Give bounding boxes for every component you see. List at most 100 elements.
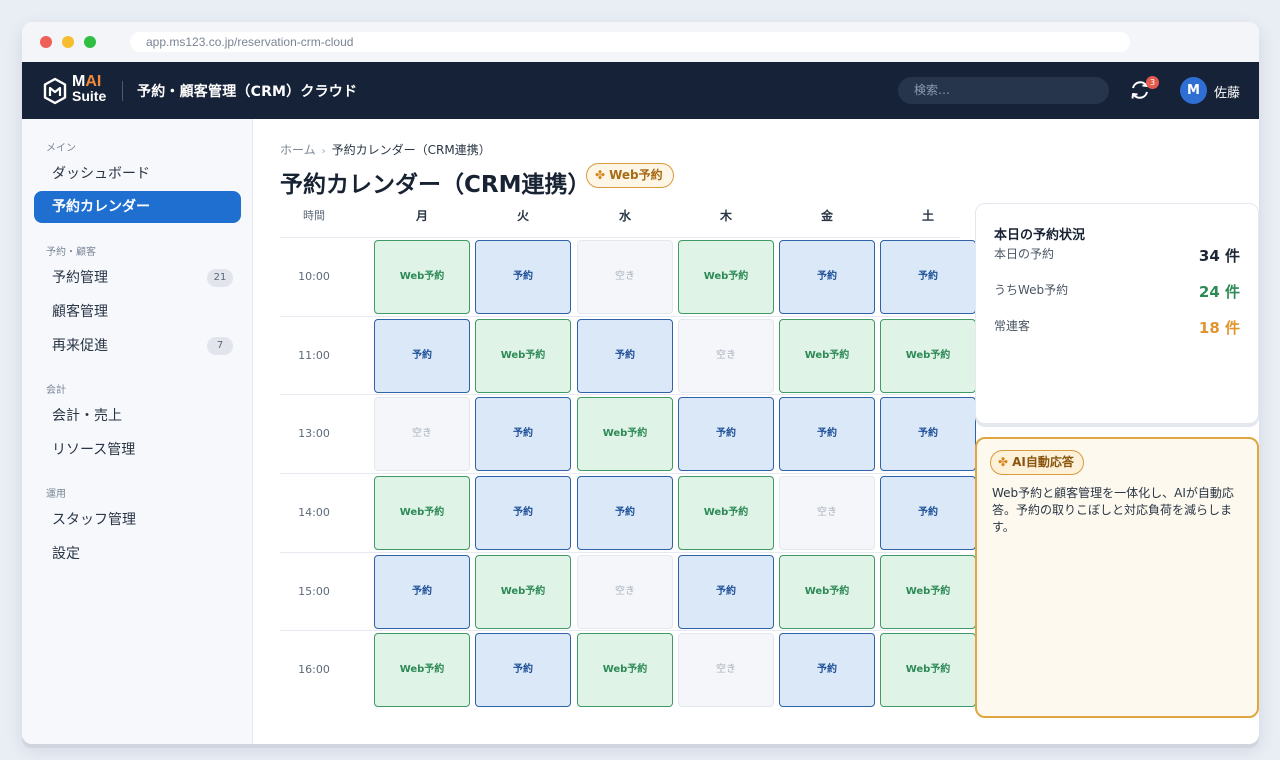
sidebar-item-label: 顧客管理 bbox=[52, 304, 108, 320]
day-header-fri: 金 bbox=[820, 209, 833, 223]
sidebar-item-staff-management[interactable]: スタッフ管理 bbox=[34, 504, 241, 536]
close-window-button[interactable] bbox=[40, 36, 52, 48]
breadcrumb: ホーム › 予約カレンダー（CRM連携） bbox=[280, 141, 491, 158]
today-reservation-status-card: 本日の予約状況 本日の予約 34 件 うちWeb予約 24 件 常連客 18 件 bbox=[975, 203, 1259, 424]
breadcrumb-home-link[interactable]: ホーム bbox=[280, 143, 316, 157]
day-header-thu: 木 bbox=[719, 209, 732, 223]
calendar-slot-wed-0-free[interactable]: 空き bbox=[577, 240, 673, 314]
calendar-slot-tue-1-web[interactable]: Web予約 bbox=[475, 319, 571, 393]
calendar-slot-sat-4-web[interactable]: Web予約 bbox=[880, 555, 976, 629]
calendar-slot-tue-4-web[interactable]: Web予約 bbox=[475, 555, 571, 629]
sidebar-item-customer-management[interactable]: 顧客管理 bbox=[34, 296, 241, 328]
sidebar-item-label: 会計・売上 bbox=[52, 408, 122, 424]
sidebar-item-label: スタッフ管理 bbox=[52, 512, 136, 528]
time-slot-label: 11:00 bbox=[298, 349, 330, 362]
revisit-count-badge: 7 bbox=[207, 337, 233, 355]
calendar-slot-thu-5-free[interactable]: 空き bbox=[678, 633, 774, 707]
calendar-slot-fri-3-free[interactable]: 空き bbox=[779, 476, 875, 550]
calendar-slot-mon-2-free[interactable]: 空き bbox=[374, 397, 470, 471]
logo-wordmark: MAI Suite bbox=[72, 74, 106, 104]
sidebar-item-label: 予約管理 bbox=[52, 270, 108, 286]
stat-value-web: 24 件 bbox=[1198, 283, 1240, 301]
browser-chrome: app.ms123.co.jp/reservation-crm-cloud bbox=[22, 22, 1259, 62]
user-avatar[interactable]: M bbox=[1180, 77, 1207, 104]
calendar-slot-sat-0-res[interactable]: 予約 bbox=[880, 240, 976, 314]
calendar-slot-wed-5-web[interactable]: Web予約 bbox=[577, 633, 673, 707]
stat-value-regulars: 18 件 bbox=[1198, 319, 1240, 337]
sidebar: メイン ダッシュボード 予約カレンダー 予約・顧客 予約管理 21 顧客管理 再来… bbox=[22, 119, 253, 744]
calendar-slot-thu-4-res[interactable]: 予約 bbox=[678, 555, 774, 629]
stat-value-today: 34 件 bbox=[1198, 247, 1240, 265]
day-header-wed: 水 bbox=[618, 209, 631, 223]
address-bar[interactable]: app.ms123.co.jp/reservation-crm-cloud bbox=[130, 32, 1130, 52]
app-logo[interactable]: MAI Suite bbox=[42, 74, 132, 108]
time-slot-label: 16:00 bbox=[298, 663, 330, 676]
calendar-slot-fri-1-web[interactable]: Web予約 bbox=[779, 319, 875, 393]
minimize-window-button[interactable] bbox=[62, 36, 74, 48]
main-content: ホーム › 予約カレンダー（CRM連携） 予約カレンダー（CRM連携） ✤ Web予約… bbox=[254, 119, 1259, 744]
sidebar-item-revisit-promotion[interactable]: 再来促進 7 bbox=[34, 330, 241, 362]
day-header-sat: 土 bbox=[921, 209, 934, 223]
calendar-slot-mon-5-web[interactable]: Web予約 bbox=[374, 633, 470, 707]
calendar-slot-wed-4-free[interactable]: 空き bbox=[577, 555, 673, 629]
sidebar-item-label: リソース管理 bbox=[52, 442, 136, 458]
calendar-slot-thu-0-web[interactable]: Web予約 bbox=[678, 240, 774, 314]
calendar-row-divider bbox=[280, 630, 960, 631]
calendar-slot-tue-5-res[interactable]: 予約 bbox=[475, 633, 571, 707]
hexagon-logo-icon bbox=[43, 77, 67, 105]
calendar-slot-mon-1-res[interactable]: 予約 bbox=[374, 319, 470, 393]
calendar-slot-mon-0-web[interactable]: Web予約 bbox=[374, 240, 470, 314]
calendar-slot-fri-0-res[interactable]: 予約 bbox=[779, 240, 875, 314]
sidebar-item-label: ダッシュボード bbox=[52, 166, 150, 182]
ai-description: Web予約と顧客管理を一体化し、AIが自動応答。予約の取りこぼしと対応負荷を減ら… bbox=[992, 486, 1234, 534]
calendar-slot-sat-5-web[interactable]: Web予約 bbox=[880, 633, 976, 707]
notification-count-badge: 3 bbox=[1146, 76, 1159, 89]
calendar-slot-fri-5-res[interactable]: 予約 bbox=[779, 633, 875, 707]
calendar-slot-mon-4-res[interactable]: 予約 bbox=[374, 555, 470, 629]
sidebar-item-settings[interactable]: 設定 bbox=[34, 538, 241, 570]
sidebar-section-reservation-customer: 予約・顧客 bbox=[46, 247, 96, 258]
logo-suite-text: Suite bbox=[72, 88, 107, 104]
sidebar-item-reservation-calendar[interactable]: 予約カレンダー bbox=[34, 191, 241, 223]
clover-icon: ✤ bbox=[998, 455, 1009, 469]
sidebar-item-resource-management[interactable]: リソース管理 bbox=[34, 434, 241, 466]
maximize-window-button[interactable] bbox=[84, 36, 96, 48]
calendar-slot-mon-3-web[interactable]: Web予約 bbox=[374, 476, 470, 550]
calendar-slot-wed-1-res[interactable]: 予約 bbox=[577, 319, 673, 393]
calendar-slot-sat-3-res[interactable]: 予約 bbox=[880, 476, 976, 550]
calendar-slot-fri-2-res[interactable]: 予約 bbox=[779, 397, 875, 471]
ai-auto-response-badge: ✤ AI自動応答 bbox=[990, 450, 1084, 475]
calendar-row-divider bbox=[280, 394, 960, 395]
search-input[interactable]: 検索… bbox=[898, 77, 1109, 104]
time-slot-label: 13:00 bbox=[298, 427, 330, 440]
sidebar-item-accounting-sales[interactable]: 会計・売上 bbox=[34, 400, 241, 432]
sidebar-item-reservation-management[interactable]: 予約管理 21 bbox=[34, 262, 241, 294]
calendar-row-divider bbox=[280, 316, 960, 317]
calendar-slot-thu-1-free[interactable]: 空き bbox=[678, 319, 774, 393]
ai-badge-label: AI自動応答 bbox=[1012, 455, 1074, 469]
web-reservation-badge: ✤ Web予約 bbox=[586, 163, 674, 188]
calendar-slot-thu-3-web[interactable]: Web予約 bbox=[678, 476, 774, 550]
browser-window: app.ms123.co.jp/reservation-crm-cloud MA… bbox=[22, 22, 1259, 744]
calendar-slot-sat-2-res[interactable]: 予約 bbox=[880, 397, 976, 471]
calendar-slot-tue-2-res[interactable]: 予約 bbox=[475, 397, 571, 471]
calendar-slot-tue-0-res[interactable]: 予約 bbox=[475, 240, 571, 314]
header-divider bbox=[122, 81, 123, 101]
calendar-slot-wed-2-web[interactable]: Web予約 bbox=[577, 397, 673, 471]
page-title: 予約カレンダー（CRM連携） bbox=[280, 172, 591, 198]
app-title: 予約・顧客管理（CRM）クラウド bbox=[137, 84, 358, 100]
calendar-slot-tue-3-res[interactable]: 予約 bbox=[475, 476, 571, 550]
sidebar-item-dashboard[interactable]: ダッシュボード bbox=[34, 158, 241, 190]
stat-label-today: 本日の予約 bbox=[994, 247, 1055, 261]
calendar-slot-wed-3-res[interactable]: 予約 bbox=[577, 476, 673, 550]
calendar-slot-sat-1-web[interactable]: Web予約 bbox=[880, 319, 976, 393]
sidebar-section-main: メイン bbox=[46, 143, 76, 154]
ai-auto-response-panel: ✤ AI自動応答 Web予約と顧客管理を一体化し、AIが自動応答。予約の取りこぼし… bbox=[975, 437, 1259, 718]
calendar-slot-fri-4-web[interactable]: Web予約 bbox=[779, 555, 875, 629]
time-slot-label: 15:00 bbox=[298, 585, 330, 598]
user-name[interactable]: 佐藤 bbox=[1214, 82, 1240, 101]
sidebar-item-label: 設定 bbox=[52, 546, 80, 562]
calendar-slot-thu-2-res[interactable]: 予約 bbox=[678, 397, 774, 471]
sidebar-section-operations: 運用 bbox=[46, 489, 66, 500]
sidebar-item-label: 再来促進 bbox=[52, 338, 108, 354]
